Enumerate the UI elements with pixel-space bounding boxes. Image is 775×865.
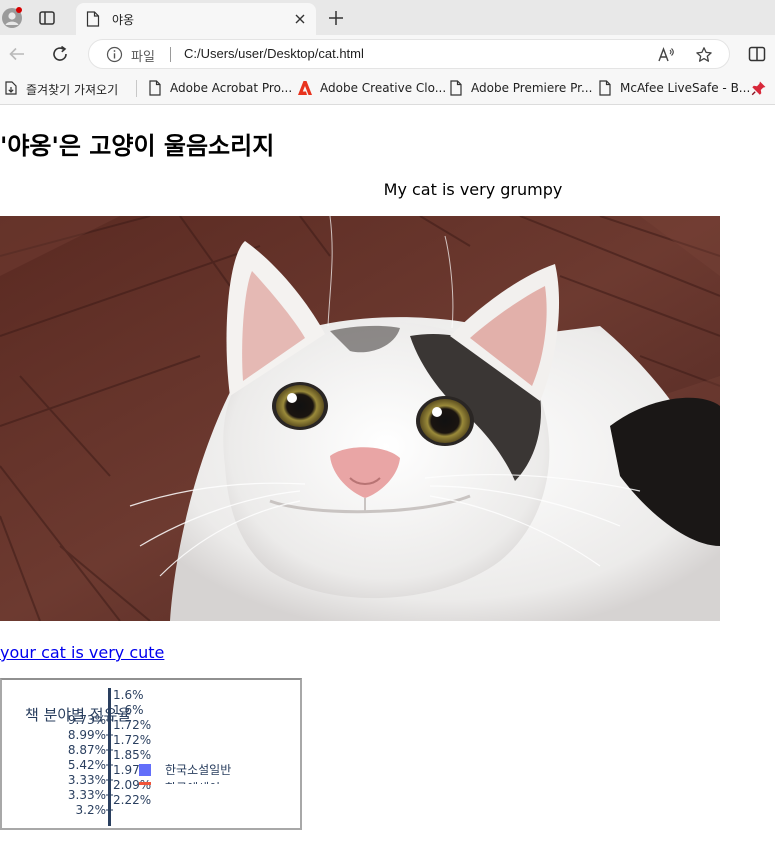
bookmark-label: Adobe Acrobat Pro... xyxy=(170,81,293,95)
tab-bar: 야옹 xyxy=(0,0,775,35)
tab-actions-icon[interactable] xyxy=(38,9,56,27)
favorites-bar: 즐겨찾기 가져오기 Adobe Acrobat Pro... Adobe Cre… xyxy=(0,73,775,105)
pie-label-right-4: 1.85% xyxy=(113,748,151,762)
new-tab-icon[interactable] xyxy=(327,9,345,27)
bookmark-label: 즐겨찾기 가져오기 xyxy=(26,83,119,97)
split-screen-icon[interactable] xyxy=(748,45,766,63)
close-icon[interactable] xyxy=(292,11,308,27)
bookmark-adobe-creative-cloud[interactable]: Adobe Creative Clo... xyxy=(297,80,446,98)
adobe-icon xyxy=(297,80,313,96)
bookmark-label: Adobe Creative Clo... xyxy=(320,81,447,95)
back-icon[interactable] xyxy=(7,44,27,64)
read-aloud-icon[interactable] xyxy=(657,46,675,64)
page-icon xyxy=(448,80,464,96)
pie-label-left-1: 8.99% xyxy=(68,728,106,742)
tab-active[interactable]: 야옹 xyxy=(76,3,316,35)
refresh-icon[interactable] xyxy=(50,44,70,64)
navigation-toolbar: 파일 C:/Users/user/Desktop/cat.html xyxy=(0,35,775,73)
legend-swatch-series-1[interactable] xyxy=(139,782,151,785)
address-scheme: 파일 xyxy=(131,50,155,65)
cute-cat-link[interactable]: your cat is very cute xyxy=(0,643,164,662)
notification-dot xyxy=(16,7,22,13)
cat-photo xyxy=(0,216,720,621)
bookmark-label: Adobe Premiere Pr... xyxy=(471,81,593,95)
pie-label-right-7: 2.22% xyxy=(113,793,151,807)
legend-label-series-1[interactable]: 한국에세이 xyxy=(165,781,220,795)
info-icon[interactable] xyxy=(106,46,123,63)
url-text[interactable]: C:/Users/user/Desktop/cat.html xyxy=(184,46,364,61)
legend-swatch-series-0[interactable] xyxy=(139,764,151,776)
bookmark-divider xyxy=(136,80,137,97)
pie-chart: 책 분야별 점유율 9.73%8.99%8.87%5.42%3.33%3.33%… xyxy=(25,688,231,826)
page-title: '야옹'은 고양이 울음소리지 xyxy=(0,132,275,160)
import-icon xyxy=(3,80,19,96)
page-icon xyxy=(597,80,613,96)
pie-label-right-0: 1.6% xyxy=(113,688,144,702)
page-icon xyxy=(147,80,163,96)
favorite-star-icon[interactable] xyxy=(695,46,713,64)
pie-label-right-2: 1.72% xyxy=(113,718,151,732)
address-bar[interactable]: 파일 C:/Users/user/Desktop/cat.html xyxy=(88,39,730,69)
bookmark-mcafee[interactable]: McAfee LiveSafe - B... xyxy=(597,80,750,98)
pie-label-left-2: 8.87% xyxy=(68,743,106,757)
bookmark-import-favorites[interactable]: 즐겨찾기 가져오기 xyxy=(3,80,131,98)
legend-label-series-0[interactable]: 한국소설일반 xyxy=(165,763,231,777)
profile-avatar-icon[interactable] xyxy=(2,7,22,28)
pie-label-left-4: 3.33% xyxy=(68,773,106,787)
pin-icon[interactable] xyxy=(751,80,769,98)
pie-label-right-1: 1.6% xyxy=(113,703,144,717)
chart-container: 책 분야별 점유율 9.73% 8.99% 8.87% 5.42% 3.33% 3.33%… xyxy=(0,678,302,830)
address-divider xyxy=(170,47,171,62)
page-icon xyxy=(86,11,100,27)
pie-label-left-6: 3.2% xyxy=(76,803,107,817)
bookmark-adobe-acrobat[interactable]: Adobe Acrobat Pro... xyxy=(147,80,292,98)
pie-label-left-5: 3.33% xyxy=(68,788,106,802)
pie-label-right-3: 1.72% xyxy=(113,733,151,747)
bookmark-label: McAfee LiveSafe - B... xyxy=(620,81,751,95)
pie-label-left-0: 9.73% xyxy=(68,713,106,727)
page-caption: My cat is very grumpy xyxy=(383,180,563,199)
pie-label-left-3: 5.42% xyxy=(68,758,106,772)
bookmark-adobe-premiere[interactable]: Adobe Premiere Pr... xyxy=(448,80,592,98)
tab-title: 야옹 xyxy=(112,13,135,27)
